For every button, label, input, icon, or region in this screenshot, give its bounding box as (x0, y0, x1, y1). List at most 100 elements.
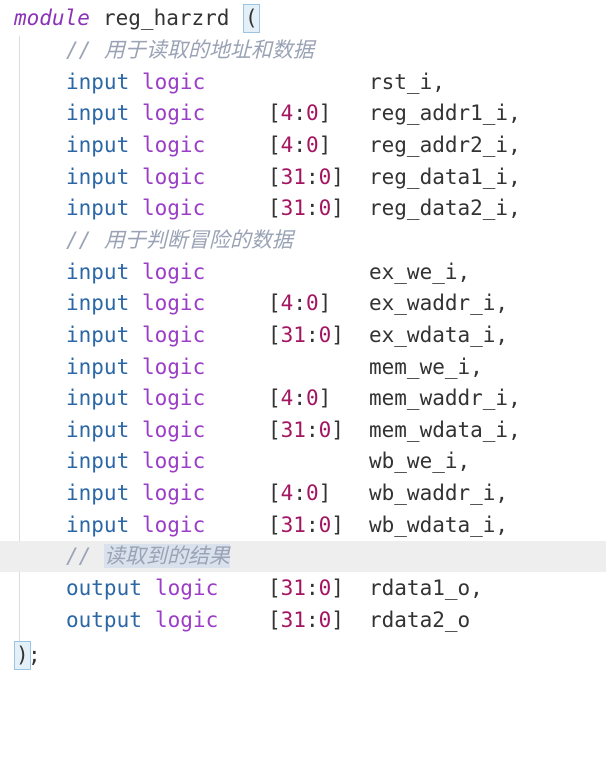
comment-line[interactable]: // 读取到的结果 (0, 541, 606, 573)
port-line[interactable]: input logic rst_i, (0, 67, 606, 98)
direction-keyword: input (66, 322, 130, 347)
bit-range: [31:0] (268, 162, 344, 193)
port-line[interactable]: input logic mem_we_i, (0, 352, 606, 383)
open-bracket: [ (268, 322, 281, 347)
port-line[interactable]: input logic [31:0] reg_data2_i, (0, 193, 606, 224)
range-colon: : (305, 164, 319, 189)
code-line-close[interactable]: ) ; (0, 640, 606, 671)
direction-keyword: input (66, 512, 130, 537)
comment-text: // 用于读取的地址和数据 (66, 38, 314, 62)
port-line[interactable]: input logic wb_we_i, (0, 446, 606, 477)
port-line[interactable]: input logic [4:0] mem_waddr_i, (0, 383, 606, 414)
code-editor[interactable]: module reg_harzrd ( // 用于读取的地址和数据 input lo… (0, 0, 606, 677)
port-line[interactable]: input logic [31:0] mem_wdata_i, (0, 415, 606, 446)
port-line[interactable]: input logic ex_we_i, (0, 257, 606, 288)
type-keyword: logic (155, 607, 219, 632)
close-bracket: ] (331, 512, 344, 537)
bit-range: [4:0] (268, 130, 331, 161)
type-keyword: logic (142, 196, 206, 221)
bit-range: [31:0] (268, 510, 344, 541)
signal-name: reg_addr1_i, (369, 101, 521, 126)
bit-range: [4:0] (268, 383, 331, 414)
port-line[interactable]: input logic [4:0] reg_addr2_i, (0, 130, 606, 161)
range-high: 4 (280, 101, 294, 126)
range-low: 0 (318, 607, 332, 632)
port-line[interactable]: input logic [4:0] reg_addr1_i, (0, 98, 606, 129)
type-keyword: logic (142, 449, 206, 474)
range-high: 31 (280, 607, 306, 632)
comment-text: // 用于判断冒险的数据 (66, 227, 293, 252)
type-keyword: logic (142, 512, 206, 537)
comment-line[interactable]: // 用于读取的地址和数据 (0, 35, 606, 66)
signal-name: reg_data2_i, (369, 196, 521, 221)
direction-keyword: input (66, 449, 130, 474)
signal-name: mem_waddr_i, (369, 386, 521, 411)
range-high: 31 (280, 576, 306, 601)
direction-keyword: input (66, 132, 130, 157)
range-colon: : (305, 607, 319, 632)
range-low: 0 (305, 291, 319, 316)
close-bracket: ] (331, 417, 344, 442)
type-keyword: logic (142, 386, 206, 411)
range-colon: : (305, 512, 319, 537)
range-low: 0 (305, 481, 319, 506)
type-keyword: logic (142, 259, 206, 284)
type-keyword: logic (142, 322, 206, 347)
semicolon: ; (28, 643, 41, 667)
port-line[interactable]: input logic [4:0] ex_waddr_i, (0, 288, 606, 319)
open-bracket: [ (268, 417, 281, 442)
port-line[interactable]: input logic [4:0] wb_waddr_i, (0, 478, 606, 509)
close-bracket: ] (331, 576, 344, 601)
open-paren-match: ( (243, 4, 260, 33)
range-colon: : (293, 291, 306, 316)
type-keyword: logic (142, 354, 206, 379)
signal-name: rdata2_o (369, 607, 471, 632)
range-high: 4 (280, 481, 294, 506)
range-high: 31 (280, 322, 306, 347)
port-line[interactable]: output logic [31:0] rdata2_o (0, 605, 606, 636)
selected-comment-text: 读取到的结果 (103, 544, 230, 569)
comment-line[interactable]: // 用于判断冒险的数据 (0, 225, 606, 256)
open-bracket: [ (268, 196, 281, 221)
port-line[interactable]: output logic [31:0] rdata1_o, (0, 573, 606, 604)
range-colon: : (293, 101, 306, 126)
signal-name: wb_we_i, (369, 449, 471, 474)
signal-name: reg_addr2_i, (369, 132, 521, 157)
range-low: 0 (305, 132, 319, 157)
signal-name: reg_data1_i, (369, 164, 521, 189)
direction-keyword: input (66, 69, 130, 94)
range-colon: : (293, 481, 306, 506)
range-colon: : (305, 417, 319, 442)
open-bracket: [ (268, 386, 281, 411)
close-bracket: ] (331, 607, 344, 632)
signal-name: ex_wdata_i, (369, 322, 509, 347)
code-line-module[interactable]: module reg_harzrd ( (0, 3, 606, 34)
signal-name: ex_waddr_i, (369, 291, 509, 316)
type-keyword: logic (155, 576, 219, 601)
direction-keyword: input (66, 354, 130, 379)
close-bracket: ] (318, 101, 332, 126)
range-colon: : (293, 132, 306, 157)
close-bracket: ] (331, 196, 344, 221)
port-line[interactable]: input logic [31:0] reg_data1_i, (0, 162, 606, 193)
range-high: 4 (280, 386, 294, 411)
range-low: 0 (318, 512, 332, 537)
open-bracket: [ (268, 481, 281, 506)
open-bracket: [ (268, 291, 281, 316)
open-bracket: [ (268, 132, 281, 157)
direction-keyword: input (66, 196, 130, 221)
port-line[interactable]: input logic [31:0] wb_wdata_i, (0, 510, 606, 541)
port-line[interactable]: input logic [31:0] ex_wdata_i, (0, 320, 606, 351)
range-low: 0 (318, 196, 332, 221)
open-bracket: [ (268, 576, 281, 601)
close-bracket: ] (318, 291, 332, 316)
range-low: 0 (318, 417, 332, 442)
bit-range: [4:0] (268, 288, 331, 319)
direction-keyword: input (66, 417, 130, 442)
range-colon: : (293, 386, 306, 411)
direction-keyword: input (66, 291, 130, 316)
direction-keyword: input (66, 164, 130, 189)
type-keyword: logic (142, 417, 206, 442)
range-high: 31 (280, 417, 306, 442)
signal-name: wb_waddr_i, (369, 481, 509, 506)
